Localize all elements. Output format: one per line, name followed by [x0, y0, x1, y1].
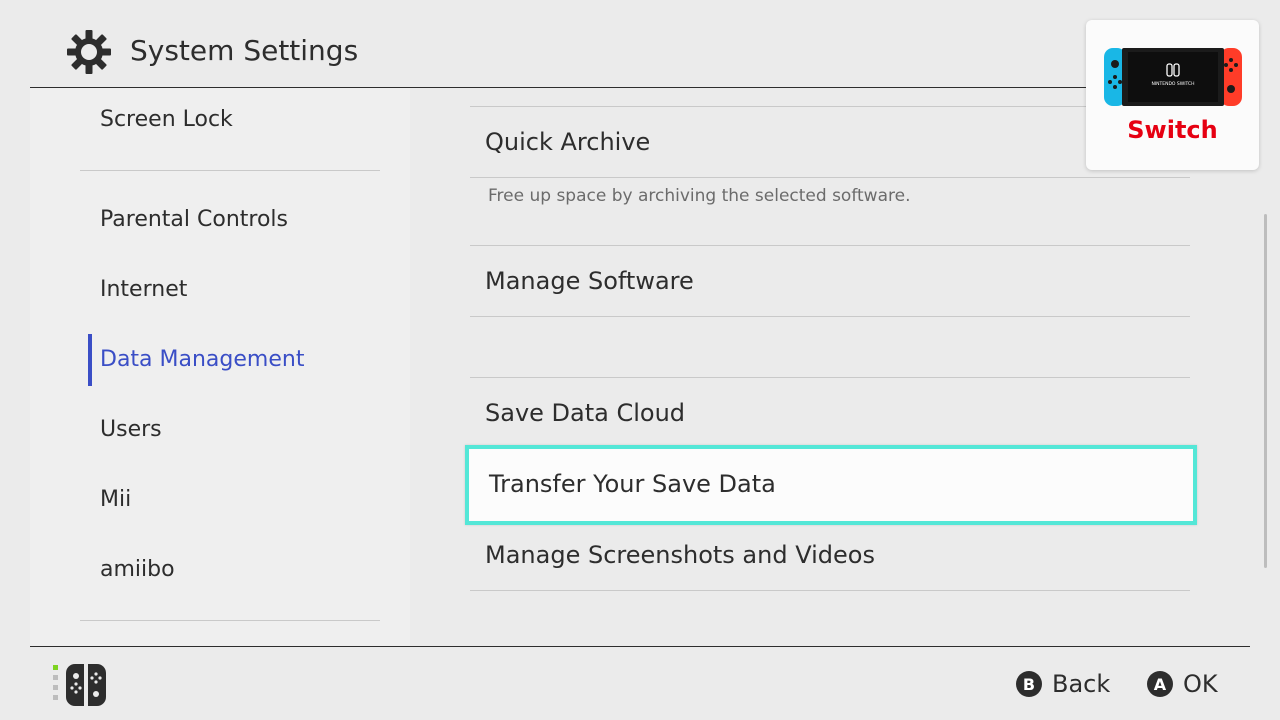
list-divider — [470, 106, 1190, 107]
list-item-transfer-save-data[interactable]: Transfer Your Save Data — [465, 445, 1197, 525]
sidebar-divider — [80, 620, 380, 621]
quick-archive-description: Free up space by archiving the selected … — [488, 186, 911, 206]
list-item-manage-software[interactable]: Manage Software — [485, 261, 694, 301]
sidebar-divider — [80, 170, 380, 171]
sidebar-item-screen-lock[interactable]: Screen Lock — [100, 100, 233, 140]
sidebar-item-users[interactable]: Users — [100, 410, 162, 450]
settings-screen: System Settings Screen Lock Parental Con… — [0, 0, 1280, 720]
sidebar-item-amiibo[interactable]: amiibo — [100, 550, 175, 590]
back-button[interactable]: B Back — [1016, 666, 1110, 702]
list-divider — [470, 590, 1190, 591]
page-title: System Settings — [130, 34, 359, 67]
list-item-save-data-cloud[interactable]: Save Data Cloud — [485, 393, 685, 433]
list-divider — [470, 245, 1190, 246]
switch-console-icon: NINTENDO SWITCH — [1104, 48, 1242, 106]
footer-divider — [30, 646, 1250, 647]
list-divider — [470, 377, 1190, 378]
back-label: Back — [1052, 670, 1111, 698]
sidebar-item-mii[interactable]: Mii — [100, 480, 131, 520]
scrollbar[interactable] — [1264, 214, 1267, 568]
sidebar-active-indicator — [88, 334, 92, 386]
ok-label: OK — [1183, 670, 1218, 698]
b-button-icon: B — [1016, 671, 1042, 697]
list-item-quick-archive[interactable]: Quick Archive — [485, 122, 650, 162]
joycon-controller-icon — [53, 664, 106, 706]
sidebar-item-data-management[interactable]: Data Management — [100, 340, 304, 380]
sidebar-item-parental-controls[interactable]: Parental Controls — [100, 200, 288, 240]
a-button-icon: A — [1147, 671, 1173, 697]
list-divider — [470, 177, 1190, 178]
sidebar-item-internet[interactable]: Internet — [100, 270, 187, 310]
device-screen-logo: NINTENDO SWITCH — [1151, 81, 1194, 87]
device-name: Switch — [1127, 116, 1218, 144]
list-item-manage-screenshots[interactable]: Manage Screenshots and Videos — [485, 535, 875, 575]
device-card: NINTENDO SWITCH Switch — [1086, 20, 1259, 170]
ok-button[interactable]: A OK — [1147, 666, 1218, 702]
list-item-label: Transfer Your Save Data — [489, 470, 776, 498]
gear-icon — [67, 30, 111, 74]
list-divider — [470, 316, 1190, 317]
